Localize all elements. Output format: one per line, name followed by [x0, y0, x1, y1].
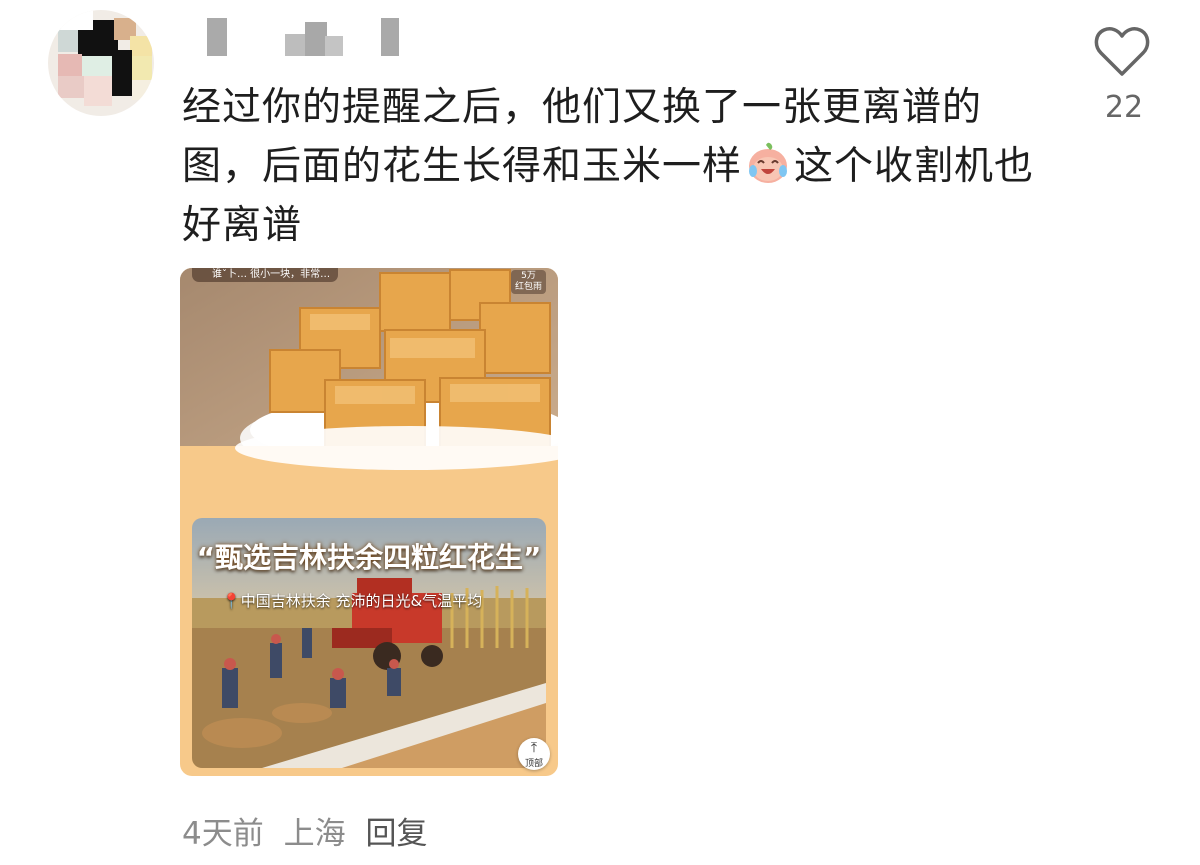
- red-chip-line1: 5万: [521, 271, 536, 281]
- top-chip: 谁ˇ卜… 很小一块，非常…: [192, 268, 339, 282]
- banner-title: “甄选吉林扶余四粒红花生”: [196, 541, 542, 574]
- red-chip-line2: 红包雨: [514, 282, 542, 292]
- red-envelope-chip: 5万 红包雨: [510, 270, 546, 294]
- like-button[interactable]: [1092, 22, 1152, 82]
- comment-time: 4天前: [182, 816, 264, 852]
- avatar[interactable]: [48, 10, 154, 116]
- crying-laughing-emoji-icon: [749, 142, 788, 183]
- heart-outline-icon: [1094, 27, 1150, 76]
- food-photo: [180, 268, 558, 490]
- like-count: 22: [1104, 90, 1144, 125]
- back-to-top-button[interactable]: ⤒ 顶部: [518, 738, 550, 770]
- comment-meta: 4天前 上海 回复: [182, 808, 437, 853]
- comment-location: 上海: [283, 816, 346, 852]
- attached-image[interactable]: 谁ˇ卜… 很小一块，非常… 5万 红包雨 “甄选吉林扶余四粒红花生” 📍中国吉林…: [180, 268, 558, 776]
- back-to-top-label: 顶部: [524, 759, 543, 769]
- location-caption: 📍中国吉林扶余 充沛的日光&气温平均: [222, 590, 482, 611]
- location-text: 中国吉林扶余 充沛的日光&气温平均: [240, 592, 483, 610]
- comment-text: 经过你的提醒之后，他们又换了一张更离谱的图，后面的花生长得和玉米一样 这个收割机…: [182, 78, 1052, 255]
- reply-button[interactable]: 回复: [365, 816, 427, 852]
- harvest-photo: “甄选吉林扶余四粒红花生” 📍中国吉林扶余 充沛的日光&气温平均: [192, 518, 546, 768]
- username[interactable]: [205, 18, 405, 56]
- arrow-up-icon: ⤒: [530, 740, 538, 756]
- pin-icon: 📍: [222, 592, 241, 610]
